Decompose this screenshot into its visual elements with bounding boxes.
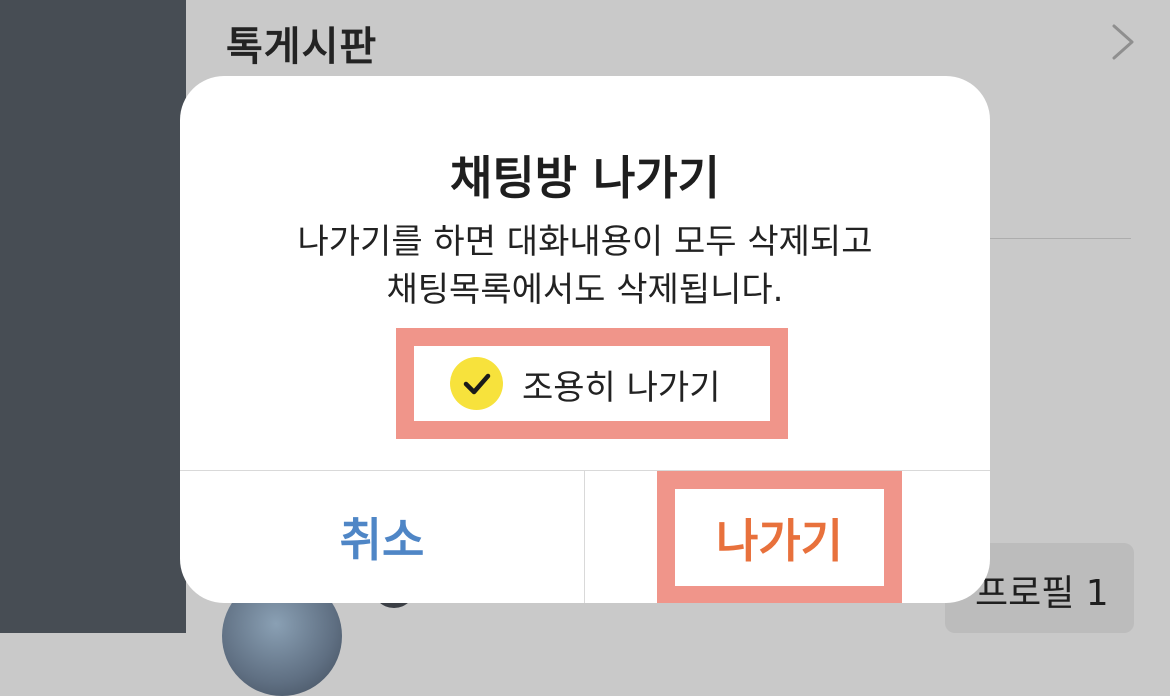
dialog-message-line-2: 채팅목록에서도 삭제됩니다. [386,270,784,310]
dialog-title: 채팅방 나가기 [450,151,720,205]
quiet-leave-label: 조용히 나가기 [522,368,721,408]
dialog-divider-vertical [584,470,585,603]
check-circle-icon [450,357,503,410]
cancel-button[interactable]: 취소 [180,471,584,603]
quiet-leave-checkbox[interactable]: 조용히 나가기 [414,346,770,421]
background-divider [990,238,1131,239]
board-title: 톡게시판 [226,24,378,70]
leave-button[interactable]: 나가기 [675,489,884,586]
dialog-message: 나가기를 하면 대화내용이 모두 삭제되고 채팅목록에서도 삭제됩니다. [180,218,990,314]
chevron-right-icon [1112,24,1134,60]
leave-chat-dialog: 채팅방 나가기 나가기를 하면 대화내용이 모두 삭제되고 채팅목록에서도 삭제… [180,76,990,603]
dialog-message-line-1: 나가기를 하면 대화내용이 모두 삭제되고 [297,222,873,262]
left-rail [0,0,186,633]
profile-button-label: 프로필 1 [975,573,1109,614]
